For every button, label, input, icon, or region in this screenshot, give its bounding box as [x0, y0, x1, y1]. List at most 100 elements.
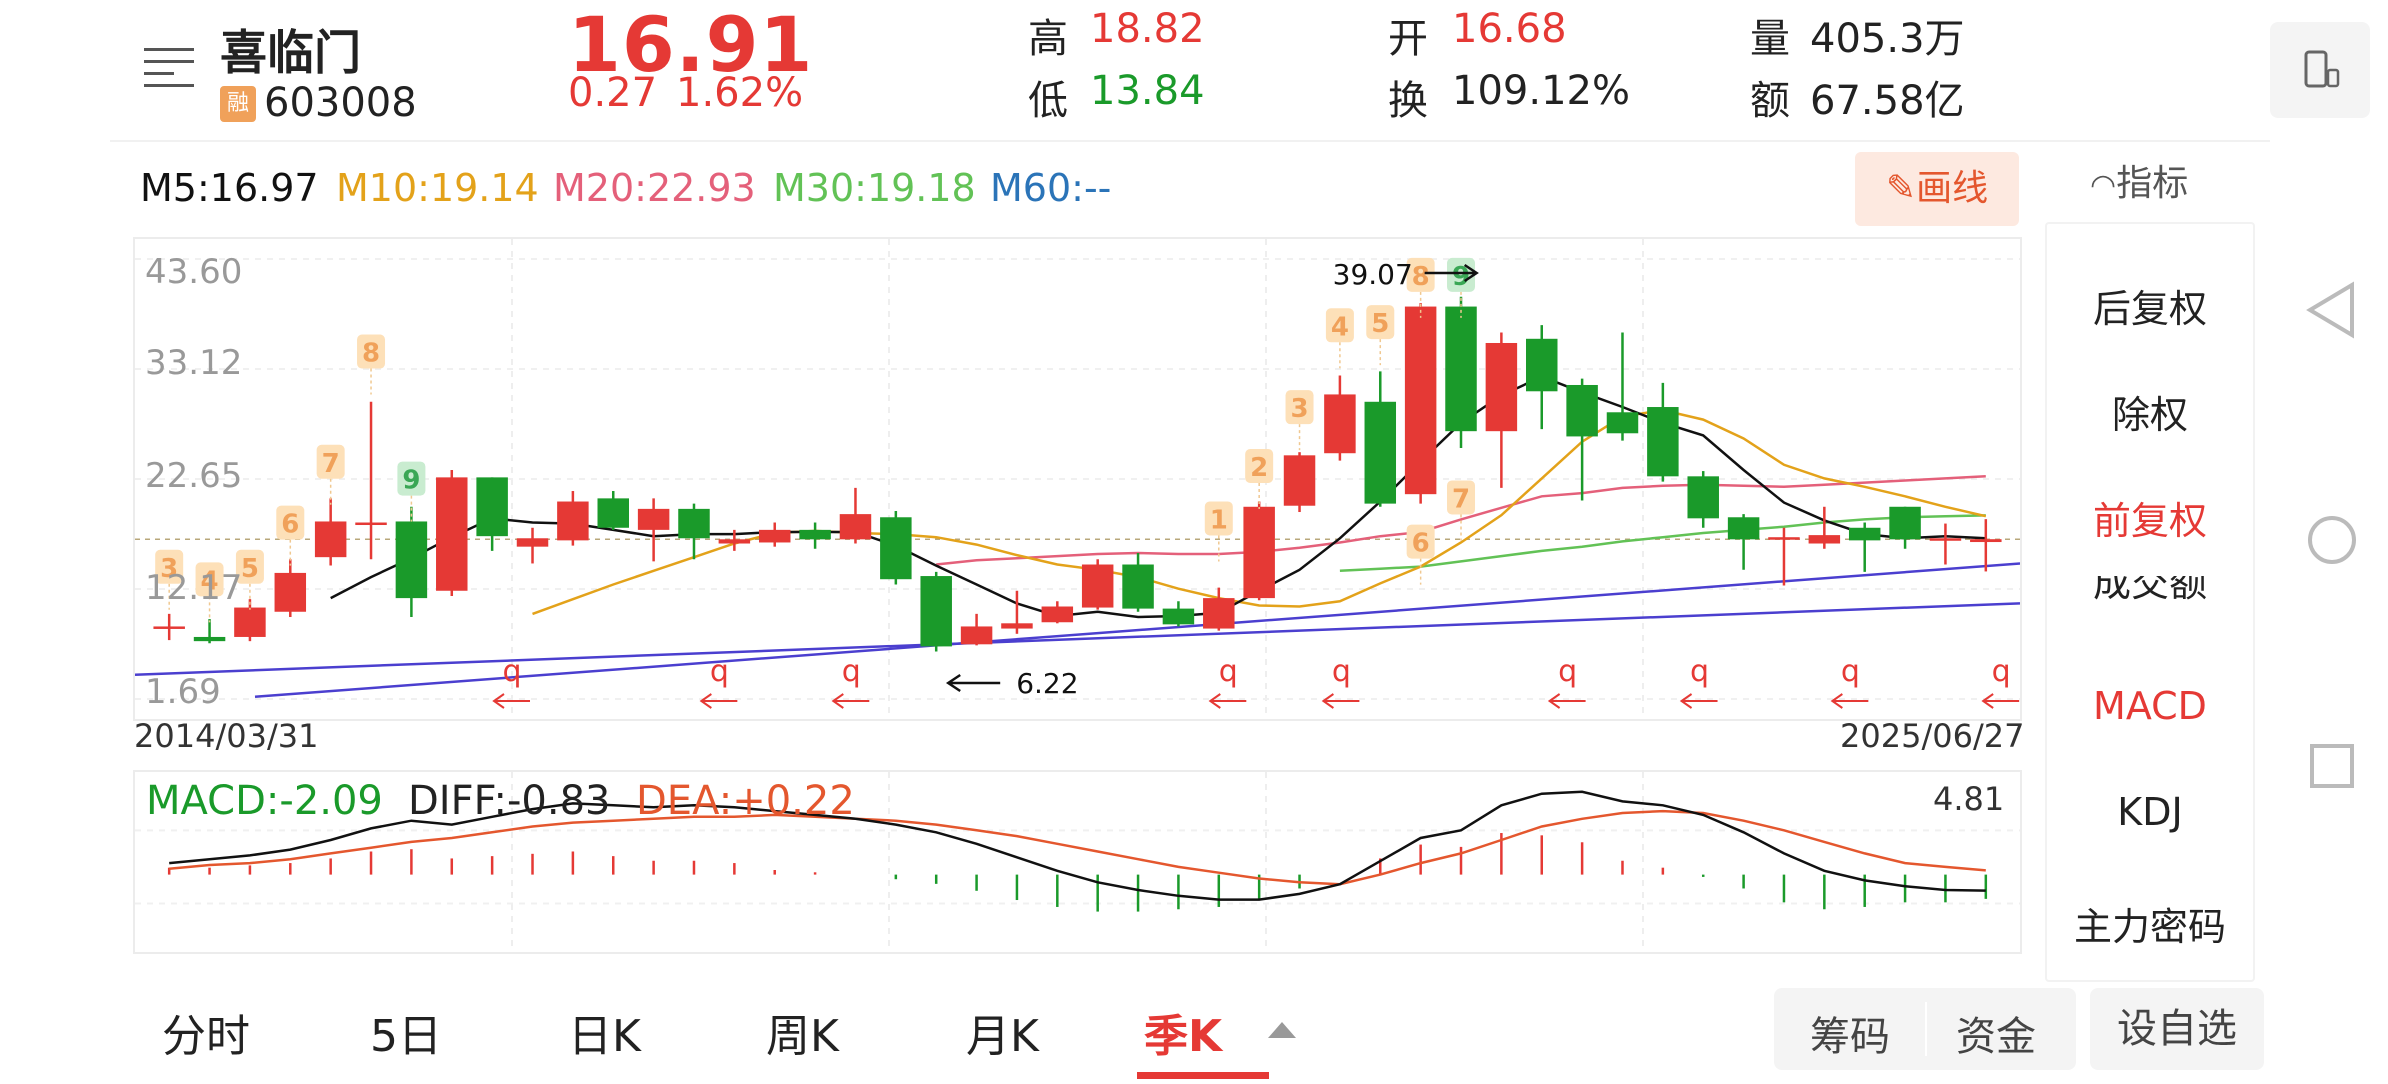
y-axis-label-3: 22.65: [145, 456, 243, 496]
pre-adjusted-option[interactable]: 前复权: [2047, 490, 2253, 545]
candle-body: [1566, 384, 1598, 437]
candle-body: [1526, 338, 1558, 392]
add-to-watchlist-button[interactable]: 设自选: [2090, 988, 2264, 1070]
funds-button[interactable]: 资金: [1956, 1004, 2036, 1062]
td-count-marker: 9: [402, 466, 420, 496]
q-signal-marker: q: [710, 654, 729, 689]
turnover-label: 换: [1388, 78, 1428, 124]
margin-trading-badge: 融: [220, 86, 256, 122]
candle-body: [1768, 537, 1800, 540]
amount-label: 额: [1750, 78, 1790, 124]
back-icon[interactable]: [2306, 281, 2354, 339]
draw-line-button[interactable]: ✎画线: [1855, 152, 2019, 226]
y-axis-label-top: 43.60: [145, 252, 243, 292]
tab-quarterly-k[interactable]: 季K: [1144, 1000, 1222, 1064]
candle-body: [1162, 608, 1195, 625]
indicator-label: 指标: [2116, 163, 2189, 204]
candle-body: [1324, 394, 1356, 454]
candle-body: [678, 508, 710, 539]
home-icon[interactable]: [2308, 516, 2356, 564]
candle-body: [436, 477, 468, 591]
ma30-label: M30:19.18: [773, 166, 976, 210]
td-count-marker: 5: [1371, 309, 1389, 339]
y-axis-label-4: 12.17: [145, 568, 243, 608]
diff-value-label: DIFF:-0.83: [408, 778, 611, 824]
period-expand-icon[interactable]: [1268, 1022, 1296, 1038]
pencil-icon: ✎: [1885, 168, 1917, 209]
dea-value-label: DEA:+0.22: [636, 778, 855, 824]
system-navigation-bar: [2272, 0, 2388, 1080]
kline-chart[interactable]: 3 4 5 6 7 8 9 1 2 3 4 5 8 9 7 6 39.07 6.22 q q q q q q q q q: [133, 237, 2022, 721]
stock-name: 喜临门: [220, 26, 361, 81]
quote-header: 喜临门 融 603008 16.91 0.27 1.62% 高 18.82 低 …: [110, 0, 2370, 142]
volume-label: 量: [1750, 16, 1790, 62]
segment-divider: [1925, 1002, 1927, 1056]
amount-value: 67.58亿: [1810, 78, 1965, 124]
candle-body: [234, 607, 266, 637]
q-signal-arrow: [1547, 693, 1586, 709]
candle-body: [1929, 538, 1962, 541]
candle-body: [960, 626, 993, 645]
candle-body: [1606, 412, 1639, 434]
candle-body: [1808, 535, 1841, 544]
candle-body: [1485, 342, 1518, 432]
q-signal-arrow: [1321, 693, 1360, 709]
candle-body: [1970, 539, 2002, 543]
q-signal-marker: q: [1558, 654, 1577, 689]
ex-rights-option[interactable]: 除权: [2047, 384, 2253, 439]
candle-body: [274, 572, 307, 612]
macd-option[interactable]: MACD: [2047, 684, 2253, 728]
candle-body: [355, 522, 387, 526]
indicator-button[interactable]: ◠指标: [2090, 154, 2188, 206]
candle-body: [1364, 401, 1397, 504]
q-signal-arrow: [1208, 693, 1247, 709]
q-signal-arrow: [831, 693, 870, 709]
high-label: 高: [1028, 16, 1068, 62]
td-count-marker: 8: [1412, 262, 1430, 292]
volume-value: 405.3万: [1810, 16, 1965, 62]
ma5-line: [330, 375, 1986, 619]
tab-monthly-k[interactable]: 月K: [966, 1000, 1039, 1064]
candle-body: [1687, 476, 1719, 519]
td-count-marker: 2: [1250, 453, 1268, 483]
kline-svg: 3 4 567891234 58 97639.076.22q q q q q q q q q: [134, 239, 2021, 719]
candle-body: [799, 529, 831, 540]
tab-5day[interactable]: 5日: [370, 1000, 442, 1064]
td-count-marker: 1: [1210, 505, 1228, 535]
menu-icon[interactable]: [144, 48, 194, 90]
tab-weekly-k[interactable]: 周K: [766, 1000, 839, 1064]
price-change-percent: 1.62%: [676, 70, 804, 116]
td-count-marker: 4: [1331, 312, 1349, 342]
macd-value-label: MACD:-2.09: [146, 778, 383, 824]
kdj-option[interactable]: KDJ: [2047, 790, 2253, 834]
q-signal-arrow: [1981, 693, 2020, 709]
active-tab-indicator: [1137, 1072, 1269, 1079]
td-count-marker: 3: [1290, 394, 1308, 424]
main-force-code-option[interactable]: 主力密码: [2047, 896, 2253, 951]
tab-intraday[interactable]: 分时: [162, 1000, 250, 1064]
macd-top-value: 4.81: [1933, 780, 2005, 818]
post-adjusted-option[interactable]: 后复权: [2047, 278, 2253, 333]
candle-body: [314, 521, 347, 558]
recent-apps-icon[interactable]: [2310, 744, 2354, 788]
candle-body: [395, 521, 428, 599]
candle-body: [476, 477, 508, 537]
ma60-label: M60:--: [990, 166, 1112, 210]
chart-options-panel: 后复权 除权 前复权 成交额 MACD KDJ 主力密码: [2045, 222, 2255, 982]
open-value: 16.68: [1452, 6, 1567, 52]
turnover-amount-option[interactable]: 成交额: [2047, 576, 2253, 602]
ma20-label: M20:22.93: [553, 166, 756, 210]
candle-body: [1727, 517, 1760, 540]
tab-daily-k[interactable]: 日K: [568, 1000, 641, 1064]
low-label: 低: [1028, 78, 1068, 124]
candle-body: [880, 517, 912, 580]
td-count-marker: 6: [281, 510, 299, 540]
high-value: 18.82: [1090, 6, 1205, 52]
td-count-marker: 7: [322, 449, 340, 479]
low-value: 13.84: [1090, 68, 1205, 114]
turnover-value: 109.12%: [1452, 68, 1630, 114]
chips-button[interactable]: 筹码: [1810, 1004, 1890, 1062]
high-annotation-label: 39.07: [1333, 258, 1413, 291]
ma5-label: M5:16.97: [140, 166, 319, 210]
low-annotation-arrow: [945, 673, 1001, 693]
